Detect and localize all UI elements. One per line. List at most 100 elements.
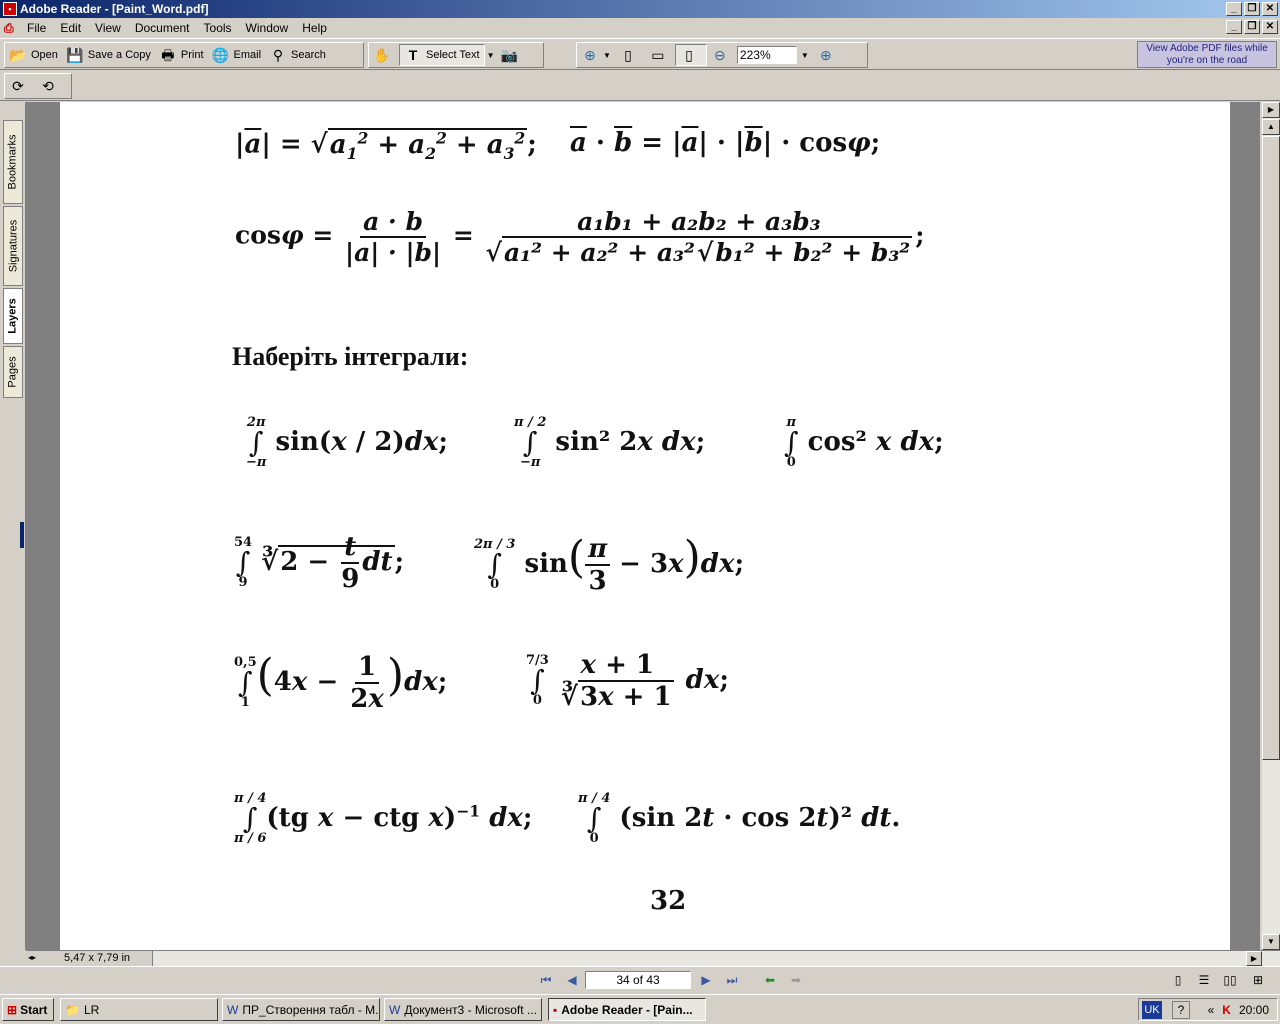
- fit-width-button[interactable]: ▯: [674, 44, 707, 66]
- facing-button[interactable]: ▯▯: [1222, 972, 1238, 988]
- rotate-toolbar: ⟳ ⟲: [4, 73, 72, 99]
- status-bar: ⏮ ◀ 34 of 43 ▶ ⏭ ⬅ ➡ ▯ ☰ ▯▯ ⊞: [0, 966, 1280, 994]
- fit-page-button[interactable]: ▭: [645, 44, 675, 66]
- print-button[interactable]: 🖶 Print: [155, 44, 208, 66]
- chevron-down-icon: ▼: [800, 50, 809, 60]
- secondary-toolbar: ⟳ ⟲: [0, 70, 1280, 101]
- select-dropdown[interactable]: ▼: [485, 44, 497, 66]
- pdf-icon: ▪: [3, 2, 17, 16]
- single-page-button[interactable]: ▯: [1170, 972, 1186, 988]
- globe-icon: 🌐: [211, 47, 230, 63]
- email-button[interactable]: 🌐 Email: [208, 44, 266, 66]
- menu-window[interactable]: Window: [239, 21, 296, 35]
- scroll-right-icon[interactable]: ▶: [1262, 102, 1280, 118]
- fit-width-icon: ▯: [685, 47, 693, 63]
- binoculars-icon: ⚲: [272, 47, 284, 63]
- title-bar: ▪ Adobe Reader - [Paint_Word.pdf] _ ❐ ✕: [0, 0, 1280, 18]
- floppy-icon: 💾: [66, 47, 84, 63]
- first-page-icon: ⏮: [540, 973, 552, 987]
- menu-document[interactable]: Document: [128, 21, 197, 35]
- word-icon: W: [227, 1002, 239, 1017]
- rotate-counter-button[interactable]: ⟲: [35, 75, 65, 97]
- integral-4: 54 ∫ 9 ∛2 − t 9 dt;: [234, 532, 405, 594]
- zoom-in-tool-button[interactable]: ⊕ ▼: [577, 44, 615, 66]
- tools-toolbar: ✋ T Select Text ▼ 📷: [368, 42, 544, 68]
- horizontal-scrollbar[interactable]: ◂▸ 5,47 x 7,79 in ▶: [26, 950, 1280, 966]
- scroll-up-icon[interactable]: ▲: [1262, 119, 1280, 135]
- hand-tool-button[interactable]: ✋: [369, 44, 399, 66]
- view-toolbar: ⊕ ▼ ▯ ▭ ▯ ⊖ 223% ▼ ⊕: [576, 42, 868, 68]
- scroll-thumb[interactable]: [1262, 136, 1280, 760]
- integral-9: π / 4 ∫ 0 (sin 2t · cos 2t)² dt.: [578, 791, 901, 846]
- doc-minimize-button[interactable]: _: [1226, 20, 1242, 34]
- panel-splitter[interactable]: [20, 522, 24, 548]
- chevron-left-icon[interactable]: «: [1208, 1003, 1215, 1017]
- split-handle-icon[interactable]: ◂▸: [26, 951, 38, 966]
- chevron-down-icon: ▼: [603, 50, 611, 60]
- previous-page-button[interactable]: ◀: [564, 972, 580, 988]
- zoom-in-button[interactable]: ⊕: [813, 44, 843, 66]
- last-page-icon: ⏭: [726, 973, 738, 987]
- next-page-button[interactable]: ▶: [698, 972, 714, 988]
- task-word-2[interactable]: W Документ3 - Microsoft ...: [384, 998, 542, 1021]
- folder-icon: 📁: [65, 1002, 80, 1017]
- close-button[interactable]: ✕: [1262, 2, 1278, 16]
- tab-layers[interactable]: Layers: [3, 288, 23, 344]
- scroll-right-icon[interactable]: ▶: [1246, 951, 1262, 966]
- clock[interactable]: 20:00: [1239, 1003, 1269, 1017]
- page-icon: ▯: [624, 47, 632, 63]
- doc-restore-button[interactable]: ❐: [1244, 20, 1260, 34]
- back-button[interactable]: ⬅: [762, 972, 778, 988]
- actual-size-button[interactable]: ▯: [615, 44, 645, 66]
- menu-tools[interactable]: Tools: [197, 21, 239, 35]
- page-number: 32: [650, 886, 687, 916]
- menu-edit[interactable]: Edit: [53, 21, 88, 35]
- search-button[interactable]: ⚲ Search: [265, 44, 330, 66]
- integral-2: π / 2 ∫ −π sin² 2x dx;: [514, 415, 706, 470]
- task-adobe-reader[interactable]: ▪ Adobe Reader - [Pain...: [548, 998, 706, 1021]
- minimize-button[interactable]: _: [1226, 2, 1242, 16]
- rotate-ccw-icon: ⟲: [42, 78, 54, 94]
- vertical-scrollbar[interactable]: ▶ ▲ ▼: [1262, 102, 1280, 950]
- menu-view[interactable]: View: [88, 21, 128, 35]
- scroll-down-icon[interactable]: ▼: [1262, 934, 1280, 950]
- menu-file[interactable]: File: [20, 21, 53, 35]
- integral-1: 2π ∫ −π sin(x / 2)dx;: [246, 415, 449, 470]
- antivirus-icon[interactable]: K: [1222, 1003, 1231, 1017]
- doc-close-button[interactable]: ✕: [1262, 20, 1278, 34]
- start-button[interactable]: ⊞ Start: [2, 998, 54, 1021]
- snapshot-button[interactable]: 📷: [497, 44, 527, 66]
- save-copy-button[interactable]: 💾 Save a Copy: [62, 44, 155, 66]
- tab-signatures[interactable]: Signatures: [3, 206, 23, 286]
- printer-icon: 🖶: [161, 47, 175, 63]
- task-word-1[interactable]: W ПР_Створення табл - M...: [222, 998, 380, 1021]
- continuous-button[interactable]: ☰: [1196, 972, 1212, 988]
- zoom-input[interactable]: 223%: [736, 46, 797, 64]
- page-number-input[interactable]: 34 of 43: [585, 971, 691, 989]
- zoom-out-button[interactable]: ⊖: [707, 44, 737, 66]
- integral-8: π / 4 ∫ π / 6 (tg x − ctg x)−1 dx;: [234, 791, 533, 846]
- open-button[interactable]: 📂 Open: [5, 44, 62, 66]
- tab-bookmarks[interactable]: Bookmarks: [3, 120, 23, 204]
- folder-open-icon: 📂: [9, 47, 27, 63]
- section-heading: Наберіть інтеграли:: [232, 342, 469, 371]
- last-page-button[interactable]: ⏭: [724, 972, 740, 988]
- continuous-icon: ☰: [1198, 973, 1210, 987]
- ad-banner[interactable]: View Adobe PDF files while you're on the…: [1137, 41, 1277, 68]
- menu-help[interactable]: Help: [295, 21, 334, 35]
- restore-button[interactable]: ❐: [1244, 2, 1260, 16]
- task-lr[interactable]: 📁 LR: [60, 998, 218, 1021]
- forward-button[interactable]: ➡: [788, 972, 804, 988]
- rotate-cw-icon: ⟳: [12, 78, 24, 94]
- document-icon[interactable]: ⎙: [4, 21, 18, 35]
- hand-icon: ✋: [373, 47, 391, 63]
- file-toolbar: 📂 Open 💾 Save a Copy 🖶 Print 🌐 Email ⚲ Search: [4, 42, 364, 68]
- tab-pages[interactable]: Pages: [3, 346, 23, 398]
- first-page-button[interactable]: ⏮: [538, 972, 554, 988]
- continuous-facing-button[interactable]: ⊞: [1250, 972, 1266, 988]
- select-text-button[interactable]: T Select Text: [399, 44, 485, 66]
- back-arrow-icon: ⬅: [764, 973, 776, 987]
- rotate-clockwise-button[interactable]: ⟳: [5, 75, 35, 97]
- integral-5: 2π / 3 ∫ 0 sin(π 3 − 3x)dx;: [474, 532, 745, 596]
- zoom-dropdown[interactable]: ▼: [797, 44, 813, 66]
